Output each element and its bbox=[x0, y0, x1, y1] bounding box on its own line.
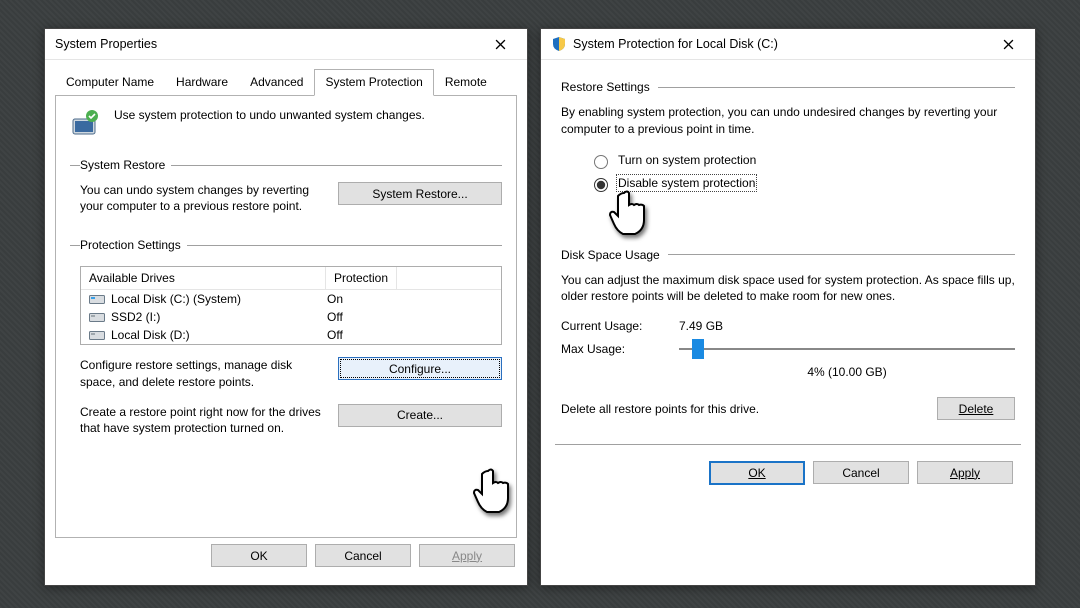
tab-hardware[interactable]: Hardware bbox=[165, 69, 239, 96]
radio-input[interactable] bbox=[594, 155, 608, 169]
drive-name: Local Disk (D:) bbox=[111, 328, 321, 342]
drive-name: Local Disk (C:) (System) bbox=[111, 292, 321, 306]
drive-icon bbox=[89, 311, 105, 323]
titlebar: System Protection for Local Disk (C:) bbox=[541, 29, 1035, 60]
system-properties-window: System Properties Computer NameHardwareA… bbox=[44, 28, 528, 586]
drive-icon bbox=[89, 329, 105, 341]
current-usage-row: Current Usage: 7.49 GB bbox=[561, 319, 1015, 333]
ok-button[interactable]: OK bbox=[211, 544, 307, 567]
radio-label: Disable system protection bbox=[618, 176, 755, 190]
restore-text: By enabling system protection, you can u… bbox=[561, 104, 1015, 138]
close-button[interactable] bbox=[987, 31, 1029, 57]
slider-caption: 4% (10.00 GB) bbox=[679, 365, 1015, 379]
configure-text: Configure restore settings, manage disk … bbox=[80, 357, 324, 389]
max-usage-slider[interactable] bbox=[679, 339, 1015, 359]
window-title: System Protection for Local Disk (C:) bbox=[573, 37, 987, 51]
create-button[interactable]: Create... bbox=[338, 404, 502, 427]
drive-state: Off bbox=[327, 328, 343, 342]
radio-disable[interactable]: Disable system protection bbox=[589, 175, 1015, 192]
drive-icon bbox=[89, 293, 105, 305]
system-restore-button[interactable]: System Restore... bbox=[338, 182, 502, 205]
table-row[interactable]: Local Disk (C:) (System) On bbox=[81, 290, 501, 308]
radio-input[interactable] bbox=[594, 178, 608, 192]
shield-icon bbox=[551, 36, 567, 52]
tab-advanced[interactable]: Advanced bbox=[239, 69, 314, 96]
system-protection-disk-window: System Protection for Local Disk (C:) Re… bbox=[540, 28, 1036, 586]
intro-text: Use system protection to undo unwanted s… bbox=[114, 108, 425, 122]
restore-text: You can undo system changes by reverting… bbox=[80, 182, 324, 214]
dialog-footer: OK Cancel Apply bbox=[561, 455, 1015, 485]
disk-text: You can adjust the maximum disk space us… bbox=[561, 272, 1015, 306]
apply-button[interactable]: Apply bbox=[917, 461, 1013, 484]
radio-label: Turn on system protection bbox=[618, 153, 756, 167]
dialog-footer: OK Cancel Apply bbox=[55, 538, 517, 567]
window-title: System Properties bbox=[55, 37, 479, 51]
drive-name: SSD2 (I:) bbox=[111, 310, 321, 324]
ok-button[interactable]: OK bbox=[709, 461, 805, 485]
configure-button[interactable]: Configure... bbox=[338, 357, 502, 380]
disk-space-header: Disk Space Usage bbox=[561, 248, 1015, 262]
create-text: Create a restore point right now for the… bbox=[80, 404, 324, 436]
max-usage-label: Max Usage: bbox=[561, 342, 679, 356]
close-button[interactable] bbox=[479, 31, 521, 57]
restore-settings-header: Restore Settings bbox=[561, 80, 1015, 94]
tab-computer-name[interactable]: Computer Name bbox=[55, 69, 165, 96]
drives-table[interactable]: Available Drives Protection Local Disk (… bbox=[80, 266, 502, 345]
group-legend: System Restore bbox=[80, 158, 171, 172]
group-legend: Protection Settings bbox=[80, 238, 187, 252]
tab-remote[interactable]: Remote bbox=[434, 69, 498, 96]
cancel-button[interactable]: Cancel bbox=[813, 461, 909, 484]
table-row[interactable]: Local Disk (D:) Off bbox=[81, 326, 501, 344]
protection-settings-group: Protection Settings Available Drives Pro… bbox=[70, 238, 502, 436]
delete-button[interactable]: Delete bbox=[937, 397, 1015, 420]
tab-content: Use system protection to undo unwanted s… bbox=[55, 96, 517, 538]
titlebar: System Properties bbox=[45, 29, 527, 60]
apply-button[interactable]: Apply bbox=[419, 544, 515, 567]
cancel-button[interactable]: Cancel bbox=[315, 544, 411, 567]
tabs: Computer NameHardwareAdvancedSystem Prot… bbox=[55, 68, 517, 96]
current-usage-value: 7.49 GB bbox=[679, 319, 723, 333]
table-row[interactable]: SSD2 (I:) Off bbox=[81, 308, 501, 326]
col-drives: Available Drives bbox=[81, 267, 326, 289]
drive-state: On bbox=[327, 292, 343, 306]
max-usage-row: Max Usage: bbox=[561, 339, 1015, 359]
tab-system-protection[interactable]: System Protection bbox=[314, 69, 433, 96]
radio-turn-on[interactable]: Turn on system protection bbox=[589, 152, 1015, 169]
delete-text: Delete all restore points for this drive… bbox=[561, 402, 927, 416]
drives-header: Available Drives Protection bbox=[81, 267, 501, 290]
drive-state: Off bbox=[327, 310, 343, 324]
system-restore-group: System Restore You can undo system chang… bbox=[70, 158, 502, 214]
current-usage-label: Current Usage: bbox=[561, 319, 679, 333]
system-protection-icon bbox=[70, 108, 102, 140]
col-protection: Protection bbox=[326, 267, 397, 289]
intro: Use system protection to undo unwanted s… bbox=[70, 108, 502, 140]
delete-row: Delete all restore points for this drive… bbox=[561, 397, 1015, 420]
